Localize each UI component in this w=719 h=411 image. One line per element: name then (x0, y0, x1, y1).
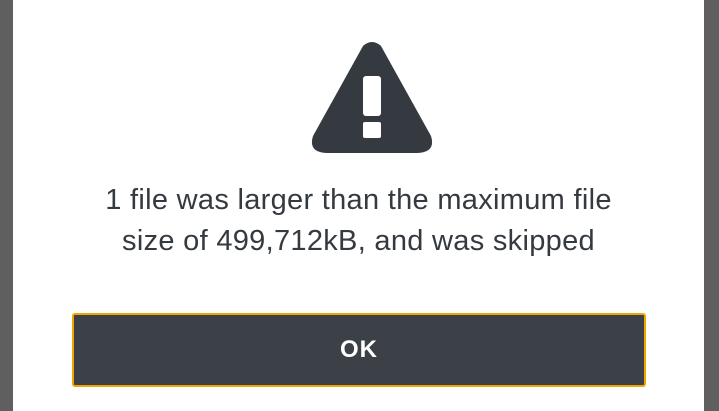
warning-triangle-icon (311, 42, 433, 153)
ok-button[interactable]: OK (72, 313, 646, 387)
alert-dialog: 1 file was larger than the maximum file … (13, 0, 704, 411)
message-line-2: size of 499,712kB, and was skipped (122, 225, 595, 257)
dialog-message: 1 file was larger than the maximum file … (53, 180, 664, 262)
message-line-1: 1 file was larger than the maximum file (105, 184, 612, 216)
